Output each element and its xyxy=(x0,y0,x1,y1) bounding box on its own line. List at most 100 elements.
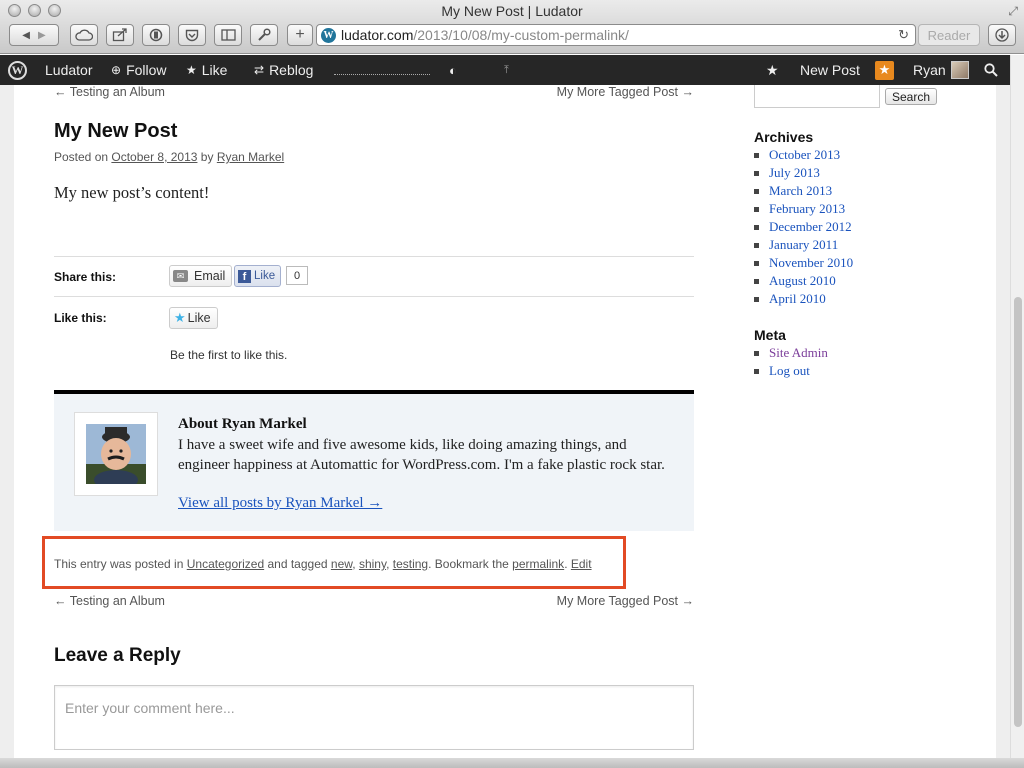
archive-link[interactable]: February 2013 xyxy=(769,201,845,217)
admin-bar-notifications[interactable]: ★ xyxy=(875,55,894,85)
permalink-link[interactable]: permalink xyxy=(512,557,564,571)
bullet-icon xyxy=(754,242,759,248)
wordpress-logo-button[interactable]: W xyxy=(8,55,27,85)
plus-icon: + xyxy=(295,26,305,43)
archive-link[interactable]: August 2010 xyxy=(769,273,836,289)
next-post-link[interactable]: My More Tagged Post → xyxy=(557,85,694,99)
back-forward-buttons[interactable]: ◀ ▶ xyxy=(9,24,59,46)
post-author-link[interactable]: Ryan Markel xyxy=(217,150,284,164)
notifications-star-icon: ★ xyxy=(875,60,894,80)
previous-post-link[interactable]: ← Testing an Album xyxy=(54,594,165,608)
tag-link-shiny[interactable]: shiny xyxy=(359,557,386,571)
admin-bar-follow[interactable]: ⊕ Follow xyxy=(111,55,167,85)
vertical-scrollbar[interactable] xyxy=(1010,55,1024,768)
developer-tools-button[interactable] xyxy=(250,24,278,46)
admin-bar-like[interactable]: ★ Like xyxy=(186,55,227,85)
entry-meta-text: This entry was posted in xyxy=(54,557,184,571)
icloud-tabs-button[interactable] xyxy=(70,24,98,46)
account-name: Ryan xyxy=(913,62,946,78)
archive-link[interactable]: November 2010 xyxy=(769,255,853,271)
sidebar-search-button[interactable]: Search xyxy=(885,88,937,105)
admin-bar-theme-toggle[interactable]: ◐ xyxy=(449,55,457,85)
follow-label: Follow xyxy=(126,62,167,78)
author-bio-box: About Ryan Markel I have a sweet wife an… xyxy=(54,390,694,531)
first-to-like-text: Be the first to like this. xyxy=(170,348,288,362)
bullet-icon xyxy=(754,224,759,230)
sidebar-icon xyxy=(220,29,236,41)
bullet-icon xyxy=(754,350,759,356)
archive-link[interactable]: April 2010 xyxy=(769,291,826,307)
admin-bar: W Ludator ⊕ Follow ★ Like ⇄ Reblog ◐ ⤒ ★… xyxy=(0,55,1010,85)
share-button[interactable] xyxy=(106,24,134,46)
tag-link-new[interactable]: new xyxy=(331,557,352,571)
view-all-posts-link[interactable]: View all posts by Ryan Markel → xyxy=(178,495,382,512)
list-item: August 2010 xyxy=(754,272,853,290)
bullet-icon xyxy=(754,368,759,374)
list-item: April 2010 xyxy=(754,290,853,308)
bullet-icon xyxy=(754,206,759,212)
meta-link[interactable]: Log out xyxy=(769,363,810,379)
sidebar-search-input[interactable] xyxy=(754,85,880,108)
previous-post-link[interactable]: ← Testing an Album xyxy=(54,85,165,99)
admin-bar-search[interactable] xyxy=(984,55,998,85)
archive-link[interactable]: July 2013 xyxy=(769,165,820,181)
post-date-link[interactable]: October 8, 2013 xyxy=(111,150,197,164)
bullet-icon xyxy=(754,278,759,284)
edit-post-link[interactable]: Edit xyxy=(571,557,592,571)
downloads-button[interactable] xyxy=(988,24,1016,46)
new-tab-button[interactable]: + xyxy=(287,24,313,46)
archive-link[interactable]: October 2013 xyxy=(769,147,840,163)
reblog-label: Reblog xyxy=(269,62,314,78)
bullet-icon xyxy=(754,152,759,158)
archives-widget-title: Archives xyxy=(754,129,814,145)
pocket-button[interactable] xyxy=(178,24,206,46)
wordpress-favicon-icon: W xyxy=(321,27,336,43)
pocket-icon xyxy=(185,29,199,41)
facebook-like-button[interactable]: f Like xyxy=(234,265,282,287)
admin-bar-reblog[interactable]: ⇄ Reblog xyxy=(254,55,313,85)
meta-link[interactable]: Site Admin xyxy=(769,345,828,361)
reblog-icon: ⇄ xyxy=(254,63,265,77)
meta-widget-title: Meta xyxy=(754,327,786,343)
search-icon xyxy=(984,63,998,77)
post-content: My new post’s content! xyxy=(54,183,210,202)
next-post-link[interactable]: My More Tagged Post → xyxy=(557,594,694,608)
category-link[interactable]: Uncategorized xyxy=(187,557,264,571)
extension-button[interactable] xyxy=(142,24,170,46)
star-icon: ★ xyxy=(186,63,197,77)
follow-icon: ⊕ xyxy=(111,63,122,77)
list-item: Log out xyxy=(754,362,828,380)
admin-bar-collapse[interactable]: ⤒ xyxy=(504,55,509,85)
list-item: Site Admin xyxy=(754,344,828,362)
list-item: October 2013 xyxy=(754,146,853,164)
star-icon: ★ xyxy=(174,310,186,325)
like-button[interactable]: ★ Like xyxy=(169,307,218,329)
sidebar-button[interactable] xyxy=(214,24,242,46)
reload-icon[interactable]: ↻ xyxy=(898,27,909,43)
forward-icon[interactable]: ▶ xyxy=(38,30,46,41)
share-email-button[interactable]: ✉ Email xyxy=(169,265,233,287)
tag-link-testing[interactable]: testing xyxy=(393,557,428,571)
like-button-label: Like xyxy=(187,311,211,325)
comment-textarea[interactable]: Enter your comment here... xyxy=(54,685,694,750)
scrollbar-thumb[interactable] xyxy=(1014,297,1022,727)
list-item: January 2011 xyxy=(754,236,853,254)
facebook-icon: f xyxy=(238,269,251,283)
fullscreen-icon[interactable]: ⤢ xyxy=(1008,4,1018,19)
list-item: February 2013 xyxy=(754,200,853,218)
collapse-up-icon: ⤒ xyxy=(504,63,509,76)
archive-link[interactable]: January 2011 xyxy=(769,237,838,253)
divider xyxy=(54,296,694,297)
address-bar[interactable]: W ludator.com /2013/10/08/my-custom-perm… xyxy=(316,24,916,46)
author-avatar[interactable] xyxy=(74,412,158,496)
archive-link[interactable]: March 2013 xyxy=(769,183,832,199)
wrench-icon xyxy=(258,28,271,41)
admin-bar-new-post-star[interactable]: ★ xyxy=(766,55,779,85)
admin-bar-site-name[interactable]: Ludator xyxy=(45,55,92,85)
admin-bar-account[interactable]: Ryan xyxy=(913,55,969,85)
back-icon[interactable]: ◀ xyxy=(22,30,30,41)
admin-bar-new-post[interactable]: New Post xyxy=(800,55,860,85)
tag-separator: , xyxy=(352,557,356,571)
archive-link[interactable]: December 2012 xyxy=(769,219,852,235)
reader-button[interactable]: Reader xyxy=(918,24,980,46)
